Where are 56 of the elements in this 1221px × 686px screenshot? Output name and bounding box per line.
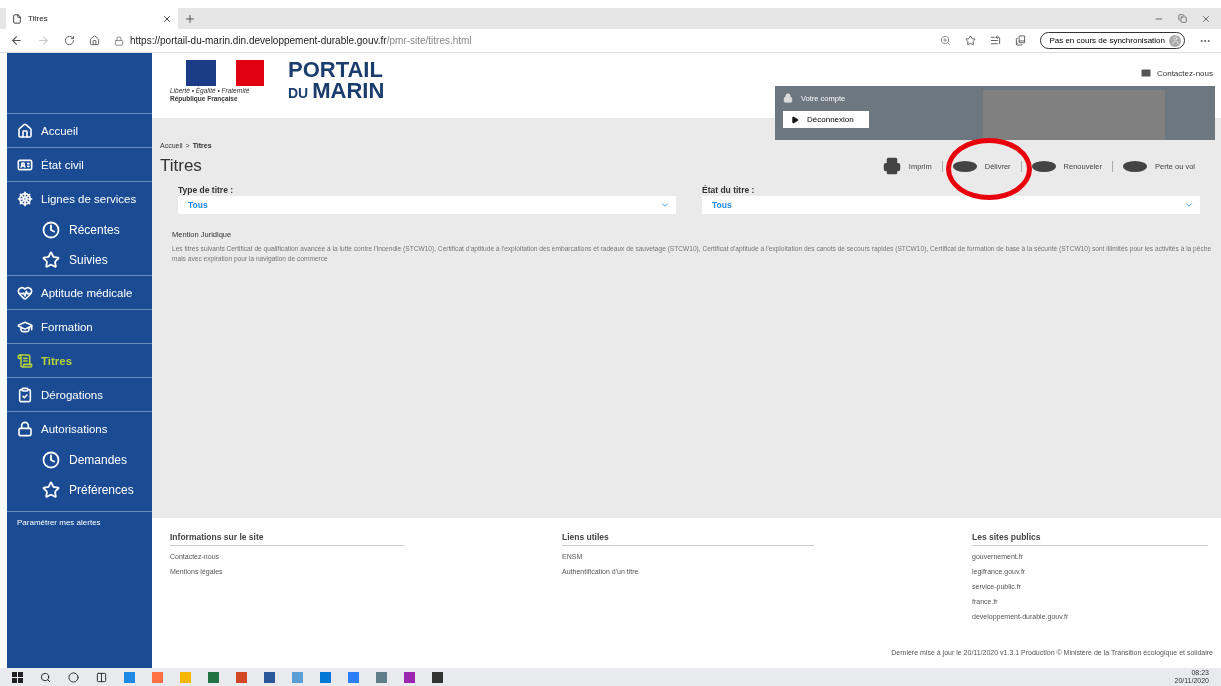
sync-button[interactable]: Pas en cours de synchronisation — [1040, 32, 1185, 49]
address-field[interactable]: https://portail-du-marin.din.developpement-durable.gouv.fr/pmr-site/titres.html — [114, 31, 927, 50]
lock-icon — [783, 93, 793, 103]
heart-icon — [17, 284, 33, 301]
lock-icon — [17, 420, 33, 437]
sidebar-item[interactable]: Suivies — [7, 245, 152, 275]
close-icon[interactable] — [162, 13, 172, 24]
reload-icon[interactable] — [64, 35, 75, 46]
sidebar-item[interactable]: Récentes — [7, 215, 152, 245]
form-logo-icon — [1031, 160, 1056, 172]
windows-icon[interactable] — [12, 671, 23, 683]
filter-select[interactable]: Tous — [178, 196, 676, 214]
star-icon — [42, 481, 60, 499]
form-logo-icon — [952, 160, 977, 172]
filter-label: Type de titre : — [178, 185, 235, 195]
play-icon — [791, 115, 799, 124]
sidebar-item[interactable]: Demandes — [7, 445, 152, 475]
filter-select[interactable]: Tous — [702, 196, 1200, 214]
browser-tab[interactable]: Titres — [6, 8, 178, 29]
footer-heading: Informations sur le site — [170, 532, 404, 546]
printer-icon — [882, 157, 901, 175]
scroll-icon — [17, 352, 33, 369]
avatar-icon — [1169, 34, 1181, 47]
filter-label: État du titre : — [702, 185, 756, 195]
form-logo-icon — [1122, 160, 1147, 172]
back-icon[interactable] — [10, 34, 23, 47]
task-view-icon[interactable] — [96, 671, 107, 683]
app-icon[interactable] — [432, 671, 443, 683]
chevron-icon — [660, 200, 670, 210]
star-icon — [42, 251, 60, 269]
search-icon[interactable] — [40, 671, 51, 683]
footer-heading: Les sites publics — [972, 532, 1208, 546]
star-icon[interactable] — [965, 35, 977, 46]
lock-icon — [114, 35, 124, 46]
clipboard-icon — [17, 386, 33, 403]
app-icon[interactable] — [208, 671, 219, 683]
logout-button[interactable]: Déconnexion — [783, 111, 869, 128]
collections-icon[interactable] — [1015, 35, 1027, 46]
zoom-icon[interactable] — [940, 35, 952, 46]
home-icon[interactable] — [89, 35, 100, 46]
circle-icon[interactable] — [68, 671, 79, 683]
portal-name: PORTAIL DU MARIN — [288, 60, 385, 102]
chevron-icon — [1184, 200, 1194, 210]
app-icon[interactable] — [264, 671, 275, 683]
favorites-icon[interactable] — [990, 35, 1002, 46]
ship-wheel-icon — [17, 190, 33, 207]
home-icon — [17, 122, 33, 139]
footer-heading: Liens utiles — [562, 532, 814, 546]
clock-icon — [42, 221, 60, 239]
clock-icon — [42, 451, 60, 469]
alerts-link[interactable]: Paramétrer mes alertes — [7, 511, 152, 533]
sidebar-item[interactable]: Préférences — [7, 475, 152, 505]
page-title: Titres — [160, 156, 202, 176]
contact-link[interactable]: Contactez-nous — [1139, 67, 1213, 79]
page-icon — [12, 13, 22, 24]
app-icon[interactable] — [404, 671, 415, 683]
